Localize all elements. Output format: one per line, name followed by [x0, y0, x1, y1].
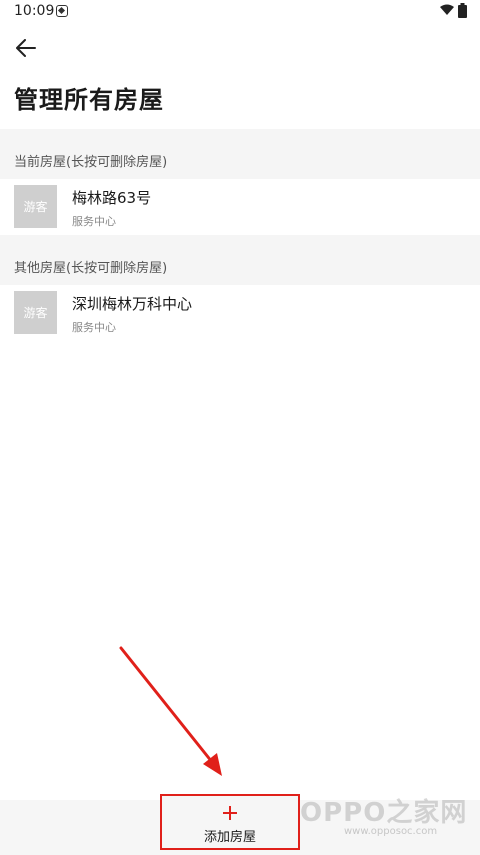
section-header-current: 当前房屋(长按可删除房屋)	[0, 129, 480, 179]
watermark-url: www.opposoc.com	[344, 826, 438, 837]
section-header-other: 其他房屋(长按可删除房屋)	[0, 235, 480, 285]
guest-avatar: 游客	[14, 291, 57, 334]
arrow-left-icon	[16, 39, 36, 57]
status-bar: 10:09	[0, 0, 480, 24]
house-name: 梅林路63号	[72, 189, 152, 207]
guest-avatar: 游客	[14, 185, 57, 228]
house-item-other[interactable]: 游客 深圳梅林万科中心 服务中心	[0, 285, 480, 341]
house-subtitle: 服务中心	[72, 215, 116, 228]
wifi-icon	[440, 4, 454, 15]
back-button[interactable]	[12, 34, 40, 62]
house-item-current[interactable]: 游客 梅林路63号 服务中心	[0, 179, 480, 235]
screen: 10:09 管理所有房屋 当前房屋(长按可删除房屋) 游客 梅林路63号 服务中…	[0, 0, 480, 855]
notification-icon	[56, 5, 68, 17]
status-time: 10:09	[14, 3, 55, 19]
house-subtitle: 服务中心	[72, 321, 116, 334]
battery-icon	[458, 3, 467, 18]
add-house-label: 添加房屋	[203, 830, 256, 845]
watermark: OPPO之家网	[300, 798, 468, 828]
house-name: 深圳梅林万科中心	[72, 295, 193, 313]
page-title: 管理所有房屋	[14, 86, 164, 114]
add-house-button[interactable]: 添加房屋	[160, 794, 300, 850]
plus-icon	[223, 806, 237, 820]
